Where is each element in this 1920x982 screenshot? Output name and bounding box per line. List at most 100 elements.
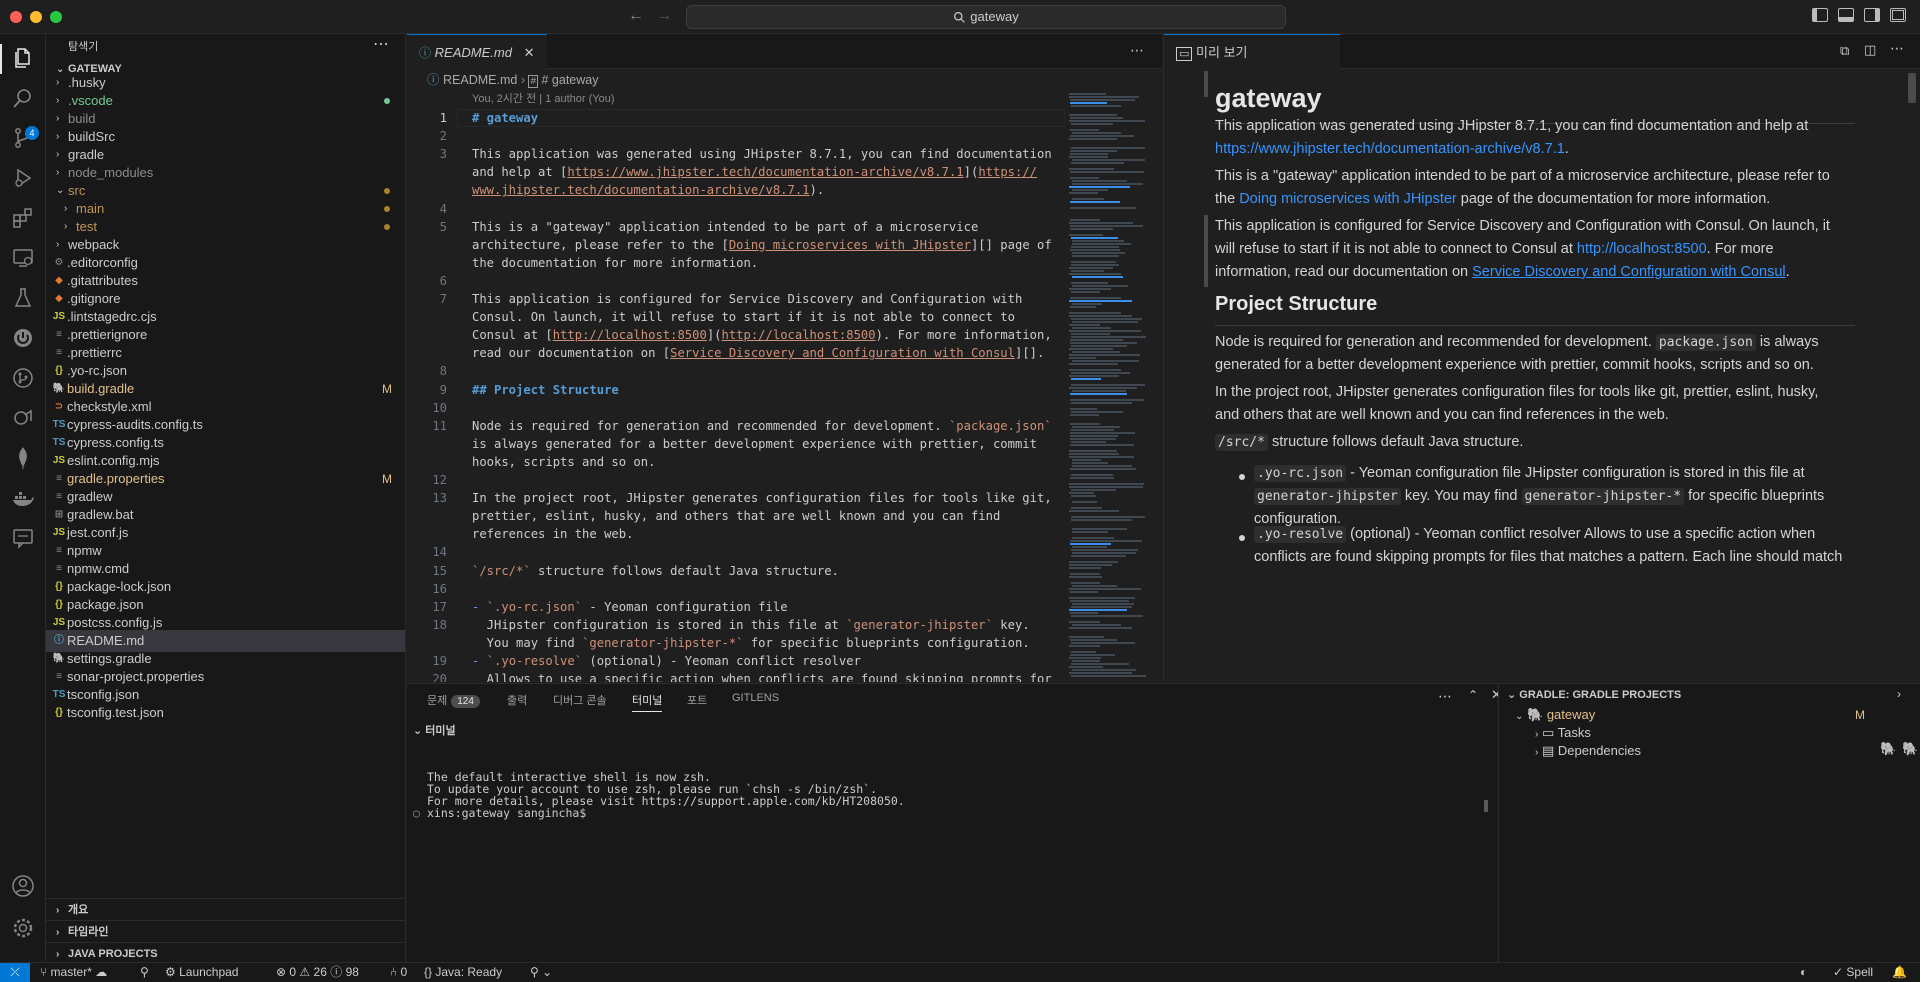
settings-gear-icon[interactable] xyxy=(11,916,35,940)
zoom-window-button[interactable] xyxy=(50,11,62,23)
breadcrumb-file[interactable]: README.md xyxy=(443,73,517,87)
tree-item[interactable]: {} tsconfig.test.json xyxy=(46,702,405,724)
maximize-panel-icon[interactable]: ⌃ xyxy=(1468,688,1478,702)
account-icon[interactable] xyxy=(11,874,35,898)
current-line-highlight xyxy=(457,109,1065,127)
close-icon[interactable]: ✕ xyxy=(524,45,535,60)
line-number: 12 xyxy=(432,473,447,487)
extensions-icon[interactable] xyxy=(11,206,35,230)
run-debug-icon[interactable] xyxy=(11,166,35,190)
minimap-line xyxy=(1072,285,1128,287)
preview-scrollbar[interactable] xyxy=(1908,73,1916,103)
java-status[interactable]: {} Java: Ready xyxy=(424,963,502,982)
gradle-title: GRADLE: GRADLE PROJECTS xyxy=(1519,689,1682,701)
tab-ports[interactable]: 포트 xyxy=(687,692,707,708)
gradle-icon[interactable] xyxy=(11,406,35,430)
more-actions-icon[interactable]: ⋯ xyxy=(373,34,389,54)
code-editor[interactable]: You, 2시간 전 | 1 author (You) 1 # gateway 2 3… xyxy=(407,91,1067,682)
launchpad-item[interactable]: ⚙ Launchpad xyxy=(165,963,238,982)
tab-preview-readme[interactable]: ▭ 미리 보기 README.md ✕ xyxy=(1164,34,1340,97)
panel-more-icon[interactable]: ⋯ xyxy=(1438,688,1452,705)
gradle-header[interactable]: ⌄ GRADLE: GRADLE PROJECTS xyxy=(1507,688,1681,701)
chevron-right-icon[interactable]: › xyxy=(1897,687,1901,701)
toggle-primary-sidebar-icon[interactable] xyxy=(1812,8,1828,24)
gradle-elephant-icon[interactable]: 🐘 xyxy=(1880,741,1896,757)
remote-explorer-icon[interactable] xyxy=(11,246,35,270)
minimap-line xyxy=(1072,390,1126,392)
customize-layout-icon[interactable] xyxy=(1890,8,1906,24)
terminal-scrollbar[interactable] xyxy=(1484,800,1488,812)
markdown-preview[interactable]: gateway This application was generated u… xyxy=(1163,69,1920,682)
minimap-line xyxy=(1072,303,1102,305)
minimap-line xyxy=(1070,444,1134,446)
comments-icon[interactable] xyxy=(11,526,35,550)
terminal-prompt[interactable]: xins:gateway sangincha$ xyxy=(427,807,593,820)
editor-more-actions-icon[interactable]: ⋯ xyxy=(1130,42,1144,59)
back-arrow-icon[interactable]: ← xyxy=(628,7,644,25)
minimap[interactable] xyxy=(1067,91,1162,682)
editor-tab-bar: ⓘ README.md ✕ ⋯ xyxy=(407,34,1162,69)
check-icon: ✓ xyxy=(1833,965,1847,979)
preview-paragraph-6: /src/* structure follows default Java st… xyxy=(1215,431,1855,454)
ports-indicator[interactable]: ⑃ 0 xyxy=(390,963,407,982)
consul-localhost-link[interactable]: http://localhost:8500 xyxy=(1577,241,1707,257)
section-timeline[interactable]: › 타임라인 xyxy=(46,920,405,942)
tab-terminal[interactable]: 터미널 xyxy=(632,692,663,712)
spell-check-item[interactable]: ✓ Spell xyxy=(1833,963,1873,982)
tab-problems[interactable]: 문제 124 xyxy=(427,692,480,708)
gradle-project-row[interactable]: ⌄ 🐘 gateway xyxy=(1515,706,1595,724)
tab-gitlens[interactable]: GITLENS xyxy=(732,692,779,704)
section-outline[interactable]: › 개요 xyxy=(46,898,405,920)
minimap-line xyxy=(1070,393,1127,395)
service-discovery-link[interactable]: Service Discovery and Configuration with… xyxy=(1472,264,1786,280)
minimap-line xyxy=(1071,606,1132,608)
docs-link[interactable]: https://www.jhipster.tech/documentation-… xyxy=(1215,141,1565,157)
gitlens-icon[interactable] xyxy=(11,366,35,390)
copilot-icon[interactable]: ◐ xyxy=(1800,963,1807,982)
command-center-search[interactable]: gateway xyxy=(686,5,1286,29)
accounts-icon[interactable]: ⚲ xyxy=(140,963,149,982)
remote-indicator-icon[interactable]: ⤫ xyxy=(0,963,30,982)
tab-output[interactable]: 출력 xyxy=(507,692,527,708)
section-java-projects[interactable]: › JAVA PROJECTS xyxy=(46,942,405,963)
spring-boot-icon[interactable] xyxy=(11,326,35,350)
minimap-line xyxy=(1069,363,1118,365)
terminal-header[interactable]: ⌄ 터미널 xyxy=(407,720,1497,742)
breadcrumb-symbol[interactable]: # gateway xyxy=(542,73,599,87)
minimap-line xyxy=(1071,516,1145,518)
minimize-window-button[interactable] xyxy=(30,11,42,23)
code-line: In the project root, JHipster generates … xyxy=(472,491,1052,506)
open-source-icon[interactable]: ⧉ xyxy=(1840,43,1849,59)
code-line: read our documentation on [Service Disco… xyxy=(472,346,1045,361)
close-window-button[interactable] xyxy=(10,11,22,23)
forward-arrow-icon[interactable]: → xyxy=(656,7,672,25)
mongodb-icon[interactable] xyxy=(11,446,35,470)
chevron-right-icon: › xyxy=(1535,729,1539,740)
minimap-line xyxy=(1070,117,1123,119)
line-number: 2 xyxy=(439,129,447,144)
explorer-icon[interactable] xyxy=(11,46,35,70)
tab-readme[interactable]: ⓘ README.md ✕ xyxy=(407,34,547,69)
minimap-line xyxy=(1071,402,1132,404)
testing-icon[interactable] xyxy=(11,286,35,310)
gitlens-status-icon[interactable]: ⚲ ⌄ xyxy=(530,963,552,982)
blame-annotation[interactable]: You, 2시간 전 | 1 author (You) xyxy=(472,91,615,107)
toggle-panel-icon[interactable] xyxy=(1838,8,1854,24)
gradle-tasks-row[interactable]: › ▭ Tasks xyxy=(1535,724,1591,742)
code-line: is always generated for a better develop… xyxy=(472,436,1037,451)
notifications-bell-icon[interactable]: 🔔 xyxy=(1892,963,1907,982)
split-editor-icon[interactable]: ◫ xyxy=(1864,42,1876,58)
tab-debug-console[interactable]: 디버그 콘솔 xyxy=(553,692,607,708)
problems-indicator[interactable]: ⊗ 0 ⚠ 26 ⓘ 98 xyxy=(276,963,359,982)
minimap-line xyxy=(1072,660,1100,662)
docker-icon[interactable] xyxy=(11,486,35,510)
minimap-line xyxy=(1070,423,1100,425)
microservices-link[interactable]: Doing microservices with JHipster xyxy=(1239,191,1457,207)
preview-more-actions-icon[interactable]: ⋯ xyxy=(1890,40,1904,57)
search-icon[interactable] xyxy=(11,86,35,110)
branch-indicator[interactable]: ⑂ master* ☁ xyxy=(40,963,107,982)
gradle-daemon-icon[interactable]: 🐘 xyxy=(1902,741,1918,757)
gradle-dependencies-row[interactable]: › ▤ Dependencies xyxy=(1535,742,1641,760)
toggle-secondary-sidebar-icon[interactable] xyxy=(1864,8,1880,24)
minimap-line xyxy=(1070,102,1107,104)
